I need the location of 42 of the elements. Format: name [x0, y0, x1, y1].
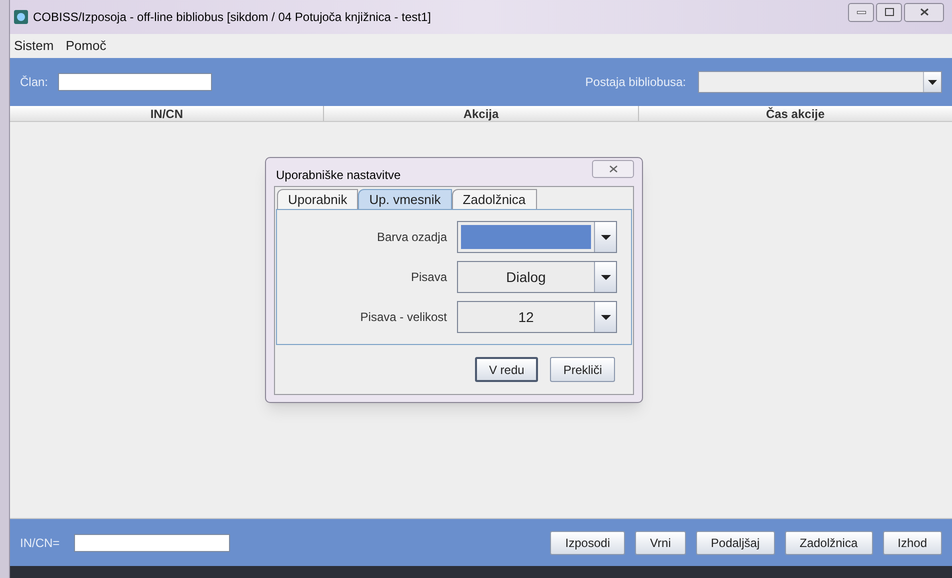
- close-icon: [920, 8, 928, 16]
- dialog-title: Uporabniške nastavitve: [276, 167, 401, 184]
- station-dropdown[interactable]: [698, 71, 942, 93]
- dropdown[interactable]: [457, 221, 617, 253]
- dropdown-arrow-icon: [600, 234, 610, 240]
- minimize-button[interactable]: [848, 2, 874, 22]
- field-label: Pisava - velikost: [359, 309, 448, 326]
- dropdown-arrow-icon: [928, 80, 937, 84]
- dialog-button[interactable]: V redu: [474, 357, 538, 382]
- dropdown[interactable]: 12: [457, 301, 617, 333]
- field-label: Pisava: [410, 269, 448, 286]
- field-label: Barva ozadja: [376, 229, 448, 246]
- action-button[interactable]: Izhod: [882, 530, 942, 554]
- close-button[interactable]: [592, 160, 634, 178]
- menu-item[interactable]: Sistem: [12, 36, 56, 56]
- tab[interactable]: Uporabnik: [277, 189, 358, 209]
- menu-item[interactable]: Pomoč: [64, 36, 108, 56]
- member-field[interactable]: [58, 73, 212, 91]
- column-header[interactable]: IN/CN: [10, 106, 324, 121]
- close-icon: [608, 165, 618, 173]
- column-header[interactable]: Akcija: [324, 106, 639, 121]
- maximize-button[interactable]: [876, 2, 902, 22]
- dialog-button[interactable]: Prekliči: [550, 357, 615, 382]
- app-icon: [14, 10, 28, 24]
- dropdown[interactable]: Dialog: [457, 261, 617, 293]
- minimize-icon: [856, 10, 866, 14]
- tab[interactable]: Zadolžnica: [452, 189, 537, 209]
- incn-label: IN/CN=: [20, 534, 60, 552]
- tab[interactable]: Up. vmesnik: [358, 189, 452, 209]
- dropdown-arrow-icon: [600, 274, 610, 280]
- action-button[interactable]: Vrni: [635, 530, 686, 554]
- window-title: COBISS/Izposoja - off-line bibliobus [sikdom / 04 Potujoča knjižnica - test1]: [33, 9, 431, 26]
- action-button[interactable]: Izposodi: [550, 530, 625, 554]
- action-button[interactable]: Zadolžnica: [784, 530, 873, 554]
- action-button[interactable]: Podaljšaj: [696, 530, 775, 554]
- close-button[interactable]: [904, 2, 944, 22]
- incn-field[interactable]: [74, 534, 230, 552]
- member-label: Član:: [20, 74, 48, 91]
- station-label: Postaja bibliobusa:: [585, 74, 686, 91]
- column-header[interactable]: Čas akcije: [638, 106, 952, 121]
- maximize-icon: [884, 8, 894, 16]
- dropdown-arrow-icon: [600, 314, 610, 320]
